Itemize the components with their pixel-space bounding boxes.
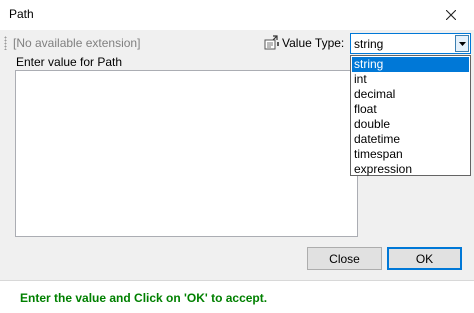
ok-button[interactable]: OK [387,247,462,270]
chevron-down-icon [458,41,466,46]
status-bar: Enter the value and Click on 'OK' to acc… [0,280,474,313]
dropdown-option[interactable]: datetime [352,132,469,147]
dropdown-option[interactable]: float [352,102,469,117]
value-type-current: string [354,37,384,51]
dropdown-option[interactable]: timespan [352,147,469,162]
value-type-icon [264,35,280,51]
close-button[interactable]: Close [307,247,382,270]
dropdown-arrow-button[interactable] [455,35,469,52]
dropdown-option[interactable]: double [352,117,469,132]
editor-label: Enter value for Path [16,55,123,69]
title-bar: Path [0,0,474,30]
dropdown-option[interactable]: decimal [352,87,469,102]
value-textarea[interactable] [15,70,358,237]
window-title: Path [9,7,34,21]
value-type-select[interactable]: string [350,33,471,54]
close-icon[interactable] [428,0,474,30]
extension-label: [No available extension] [13,36,141,50]
dropdown-option[interactable]: expression [352,162,469,177]
toolbar-grip-icon[interactable] [4,36,7,50]
dropdown-option[interactable]: int [352,72,469,87]
dropdown-option[interactable]: string [352,57,469,72]
value-type-dropdown-list: string int decimal float double datetime… [350,55,471,176]
status-message: Enter the value and Click on 'OK' to acc… [20,291,268,305]
value-type-label: Value Type: [282,36,345,50]
